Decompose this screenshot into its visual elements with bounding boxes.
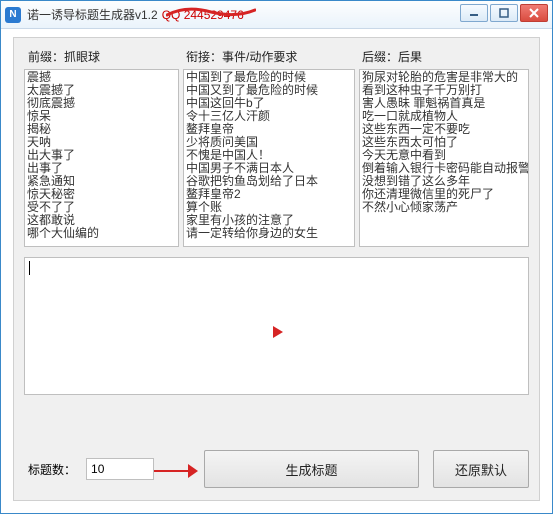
generate-button[interactable]: 生成标题 (204, 450, 419, 488)
list-item[interactable]: 哪个大仙编的 (27, 227, 176, 240)
count-input[interactable] (86, 458, 154, 480)
red-triangle-icon (273, 326, 283, 338)
prefix-label: 前缀：抓眼球 (24, 48, 182, 65)
suffix-listbox[interactable]: 狗尿对轮胎的危害是非常大的看到这种虫子千万别打害人愚昧 罪魁祸首真是吃一口就成植… (359, 69, 529, 247)
window-title: 诺一诱导标题生成器v1.2 (27, 6, 158, 23)
maximize-button[interactable] (490, 4, 518, 22)
output-textarea[interactable] (24, 257, 529, 395)
count-label: 标题数： (28, 461, 76, 478)
list-item[interactable]: 不然小心倾家荡产 (362, 201, 526, 214)
red-arrow-icon (154, 459, 200, 479)
titlebar: N 诺一诱导标题生成器v1.2 QQ 244529476 (1, 1, 552, 29)
close-button[interactable] (520, 4, 548, 22)
minimize-icon (469, 8, 479, 18)
prefix-listbox[interactable]: 震撼太震撼了彻底震撼惊呆揭秘天呐出大事了出事了紧急通知惊天秘密受不了了这都敢说哪… (24, 69, 179, 247)
app-icon: N (5, 7, 21, 23)
bottom-row: 标题数： 生成标题 还原默认 (24, 448, 529, 490)
window-controls (460, 4, 548, 22)
lists-row: 震撼太震撼了彻底震撼惊呆揭秘天呐出大事了出事了紧急通知惊天秘密受不了了这都敢说哪… (24, 69, 529, 247)
app-window: N 诺一诱导标题生成器v1.2 QQ 244529476 前缀：抓眼球 衔接：事… (0, 0, 553, 514)
list-item[interactable]: 请一定转给你身边的女生 (186, 227, 352, 240)
reset-button[interactable]: 还原默认 (433, 450, 529, 488)
minimize-button[interactable] (460, 4, 488, 22)
text-cursor (29, 261, 30, 275)
bridge-label: 衔接：事件/动作要求 (182, 48, 358, 65)
close-icon (529, 8, 539, 18)
column-labels: 前缀：抓眼球 衔接：事件/动作要求 后缀：后果 (24, 48, 529, 65)
bridge-listbox[interactable]: 中国到了最危险的时候中国又到了最危险的时候中国这回牛b了令十三亿人汗颜鳌拜皇帝少… (183, 69, 355, 247)
red-scribble (166, 7, 256, 19)
suffix-label: 后缀：后果 (358, 48, 529, 65)
maximize-icon (499, 8, 509, 18)
content-panel: 前缀：抓眼球 衔接：事件/动作要求 后缀：后果 震撼太震撼了彻底震撼惊呆揭秘天呐… (13, 37, 540, 501)
